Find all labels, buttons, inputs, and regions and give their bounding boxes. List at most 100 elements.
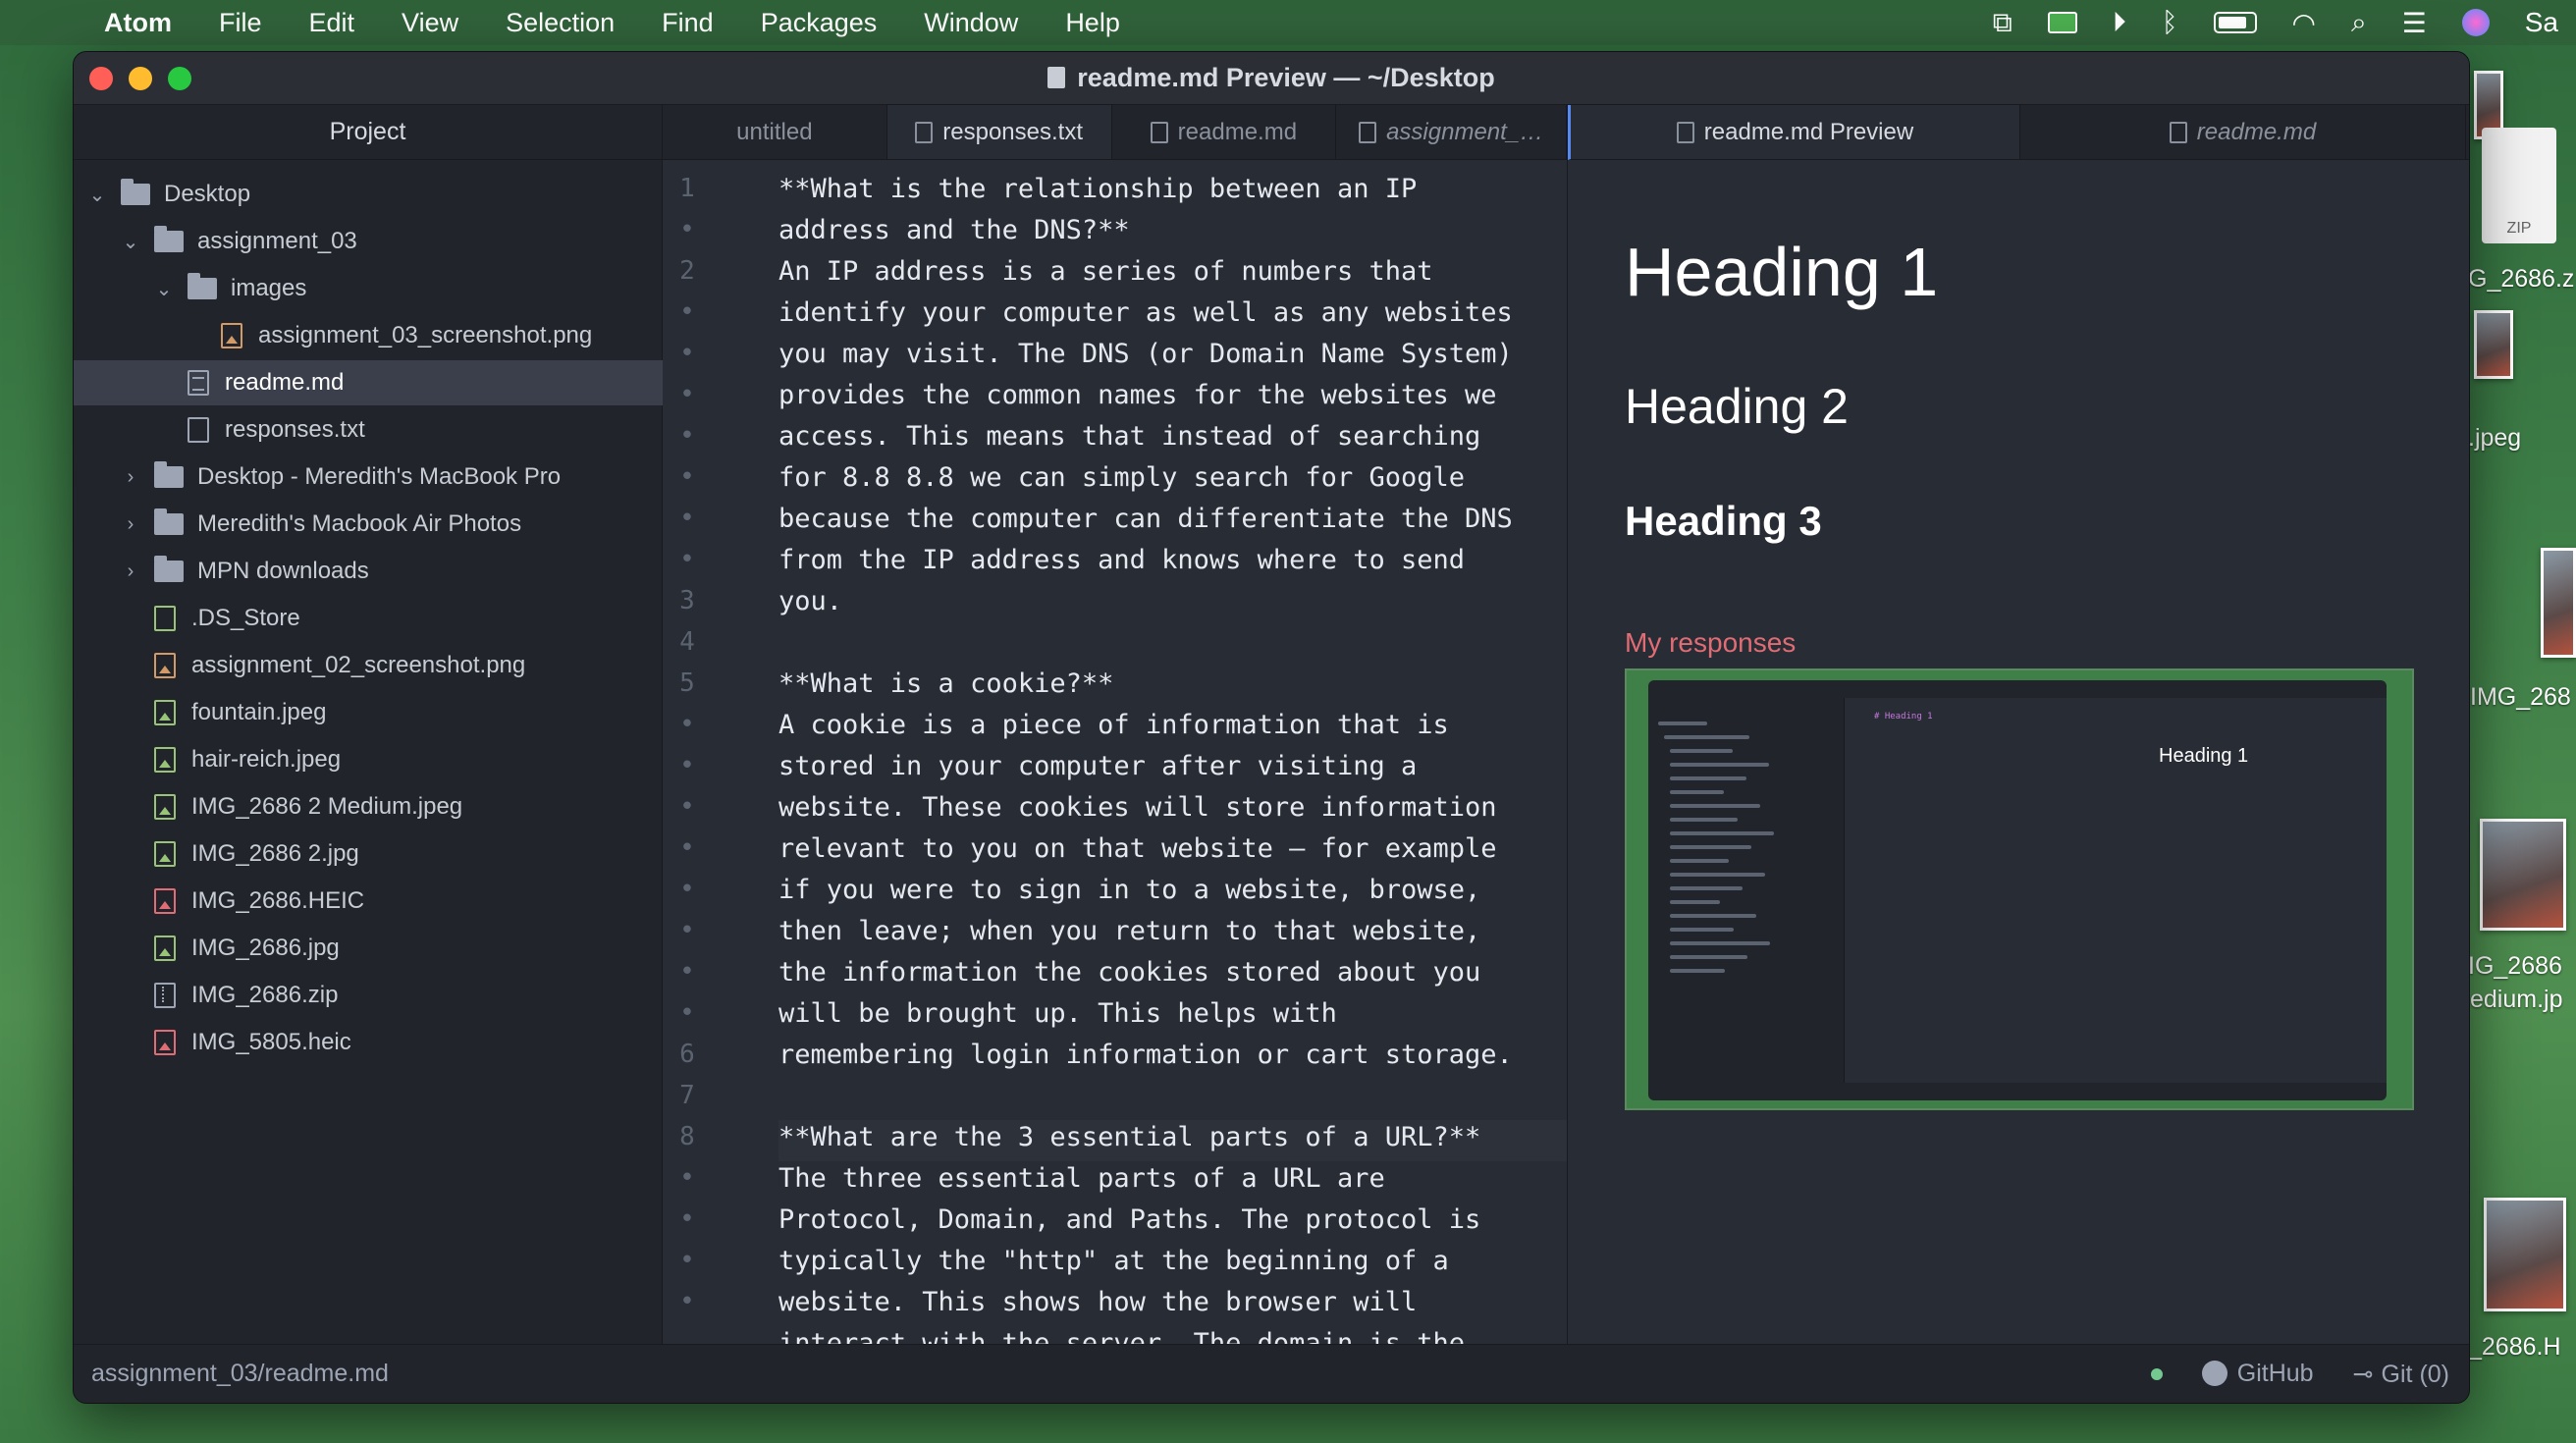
preview-tab-bar: readme.md Preview readme.md — [1568, 105, 2469, 160]
line-number: • — [679, 998, 695, 1028]
status-file-path[interactable]: assignment_03/readme.md — [91, 1360, 389, 1388]
embedded-tree-line — [1670, 831, 1774, 835]
code-line: because the computer can differentiate t… — [778, 504, 1513, 534]
tree-item[interactable]: IMG_2686 2 Medium.jpeg — [74, 784, 663, 829]
control-center-icon[interactable]: ☰ — [2402, 7, 2427, 39]
tree-header[interactable]: Project — [74, 105, 662, 160]
preview-heading-1: Heading 1 — [1625, 234, 1939, 310]
line-number: • — [679, 545, 695, 574]
bluetooth-icon[interactable]: ᛒ — [2162, 7, 2178, 38]
tab-1[interactable]: readme.md Preview — [1571, 105, 2020, 159]
tree-item[interactable]: .DS_Store — [74, 596, 663, 641]
preview-link-my-responses[interactable]: My responses — [1625, 627, 1796, 659]
embedded-tree — [1648, 698, 1845, 1083]
chevron-down-icon[interactable]: ⌄ — [121, 230, 140, 254]
embedded-tree-line — [1670, 941, 1770, 945]
tree-item[interactable]: fountain.jpeg — [74, 690, 663, 735]
tree-item[interactable]: readme.md — [74, 360, 663, 405]
tree-item[interactable]: › Meredith's Macbook Air Photos — [74, 502, 663, 547]
git-button[interactable]: ⊸ Git (0) — [2353, 1360, 2449, 1389]
tree-item[interactable]: IMG_2686.zip — [74, 973, 663, 1018]
desktop-label[interactable]: IG_2686 — [2468, 952, 2562, 981]
line-number: 5 — [679, 668, 695, 698]
tree-item[interactable]: hair-reich.jpeg — [74, 737, 663, 782]
display-icon[interactable] — [2047, 12, 2077, 33]
tab-2[interactable]: readme.md — [2020, 105, 2466, 159]
tree-item[interactable]: › Desktop - Meredith's MacBook Pro — [74, 454, 663, 500]
desktop-label[interactable]: edium.jp — [2470, 986, 2563, 1014]
menu-edit[interactable]: Edit — [309, 8, 355, 38]
desktop-thumb-image[interactable] — [2474, 310, 2513, 379]
embedded-editor: # Heading 1 — [1845, 698, 2100, 1083]
embedded-tree-line — [1670, 914, 1756, 918]
desktop-label[interactable]: .jpeg — [2468, 424, 2521, 453]
play-icon[interactable]: ⏵ — [2113, 7, 2126, 39]
chevron-right-icon[interactable]: › — [121, 513, 140, 536]
chevron-down-icon[interactable]: ⌄ — [154, 277, 174, 301]
tree-item[interactable]: › MPN downloads — [74, 549, 663, 594]
menu-selection[interactable]: Selection — [506, 8, 615, 38]
line-number: 8 — [679, 1122, 695, 1151]
tab-4[interactable]: assignment_… — [1336, 105, 1567, 159]
tree-item[interactable]: IMG_2686.HEIC — [74, 879, 663, 924]
menu-app-atom[interactable]: Atom — [104, 8, 172, 38]
desktop-label[interactable]: IMG_268 — [2470, 683, 2571, 712]
tree-item[interactable]: IMG_2686.jpg — [74, 926, 663, 971]
tab-1[interactable]: untitled — [663, 105, 887, 159]
file-icon — [188, 417, 209, 443]
code-editor[interactable]: **What is the relationship between an IP… — [778, 160, 1567, 1359]
tree-item[interactable]: ⌄ images — [74, 266, 663, 311]
menu-view[interactable]: View — [402, 8, 458, 38]
github-button[interactable]: GitHub — [2201, 1360, 2314, 1388]
menu-find[interactable]: Find — [662, 8, 714, 38]
image-file-icon — [154, 935, 176, 961]
search-icon[interactable]: ⌕ — [2351, 7, 2367, 39]
stage-manager-icon[interactable]: ⧉ — [1993, 7, 2012, 39]
battery-icon[interactable] — [2213, 12, 2257, 33]
tree-item[interactable]: IMG_2686 2.jpg — [74, 831, 663, 877]
tree-item-label: assignment_03 — [197, 228, 357, 254]
menu-window[interactable]: Window — [924, 8, 1018, 38]
folder-icon — [154, 461, 184, 488]
line-number: • — [679, 710, 695, 739]
line-number: • — [679, 380, 695, 409]
menu-packages[interactable]: Packages — [761, 8, 878, 38]
desktop-label[interactable]: _2686.H — [2468, 1333, 2561, 1362]
desktop-thumb-image[interactable] — [2541, 548, 2576, 658]
embedded-tree-line — [1664, 735, 1749, 739]
tree-item-label: IMG_2686.HEIC — [191, 887, 365, 914]
tab-label: readme.md — [1177, 118, 1298, 145]
tab-2[interactable]: responses.txt — [886, 105, 1112, 159]
tab-3[interactable]: readme.md — [1112, 105, 1337, 159]
tree-item[interactable]: responses.txt — [74, 407, 663, 453]
preview-embedded-screenshot: # Heading 1 Heading 1 — [1625, 668, 2414, 1110]
siri-icon[interactable] — [2461, 9, 2490, 36]
tree-item[interactable]: ⌄ assignment_03 — [74, 219, 663, 264]
tree-item[interactable]: assignment_02_screenshot.png — [74, 643, 663, 688]
image-file-icon — [221, 323, 242, 348]
desktop-label[interactable]: G_2686.z — [2468, 265, 2574, 294]
status-bar: assignment_03/readme.md GitHub ⊸ Git (0) — [74, 1344, 2469, 1403]
code-line: relevant to you on that website – for ex… — [778, 833, 1497, 864]
desktop-thumb-image[interactable] — [2484, 1198, 2566, 1311]
tree-item[interactable]: ⌄ Desktop — [74, 172, 663, 217]
line-number: • — [679, 1246, 695, 1275]
title-bar[interactable]: readme.md Preview — ~/Desktop — [74, 52, 2469, 105]
chevron-down-icon[interactable]: ⌄ — [87, 183, 107, 207]
github-label: GitHub — [2236, 1360, 2314, 1387]
zip-file-icon — [154, 983, 176, 1008]
tree-item[interactable]: IMG_5805.heic — [74, 1020, 663, 1065]
code-line: for 8.8 8.8 we can simply search for Goo… — [778, 462, 1465, 493]
tree-item-label: IMG_2686.jpg — [191, 935, 340, 961]
chevron-right-icon[interactable]: › — [121, 466, 140, 489]
zip-file-icon[interactable]: ZIP — [2482, 128, 2556, 243]
menu-help[interactable]: Help — [1065, 8, 1120, 38]
desktop-thumb-image[interactable] — [2480, 819, 2566, 931]
tree-item[interactable]: assignment_03_screenshot.png — [74, 313, 663, 358]
file-icon — [154, 606, 176, 631]
wifi-icon[interactable]: ◠ — [2292, 7, 2316, 39]
menu-file[interactable]: File — [219, 8, 262, 38]
code-line: Protocol, Domain, and Paths. The protoco… — [778, 1204, 1481, 1235]
chevron-right-icon[interactable]: › — [121, 561, 140, 583]
code-line: you. — [778, 586, 843, 616]
